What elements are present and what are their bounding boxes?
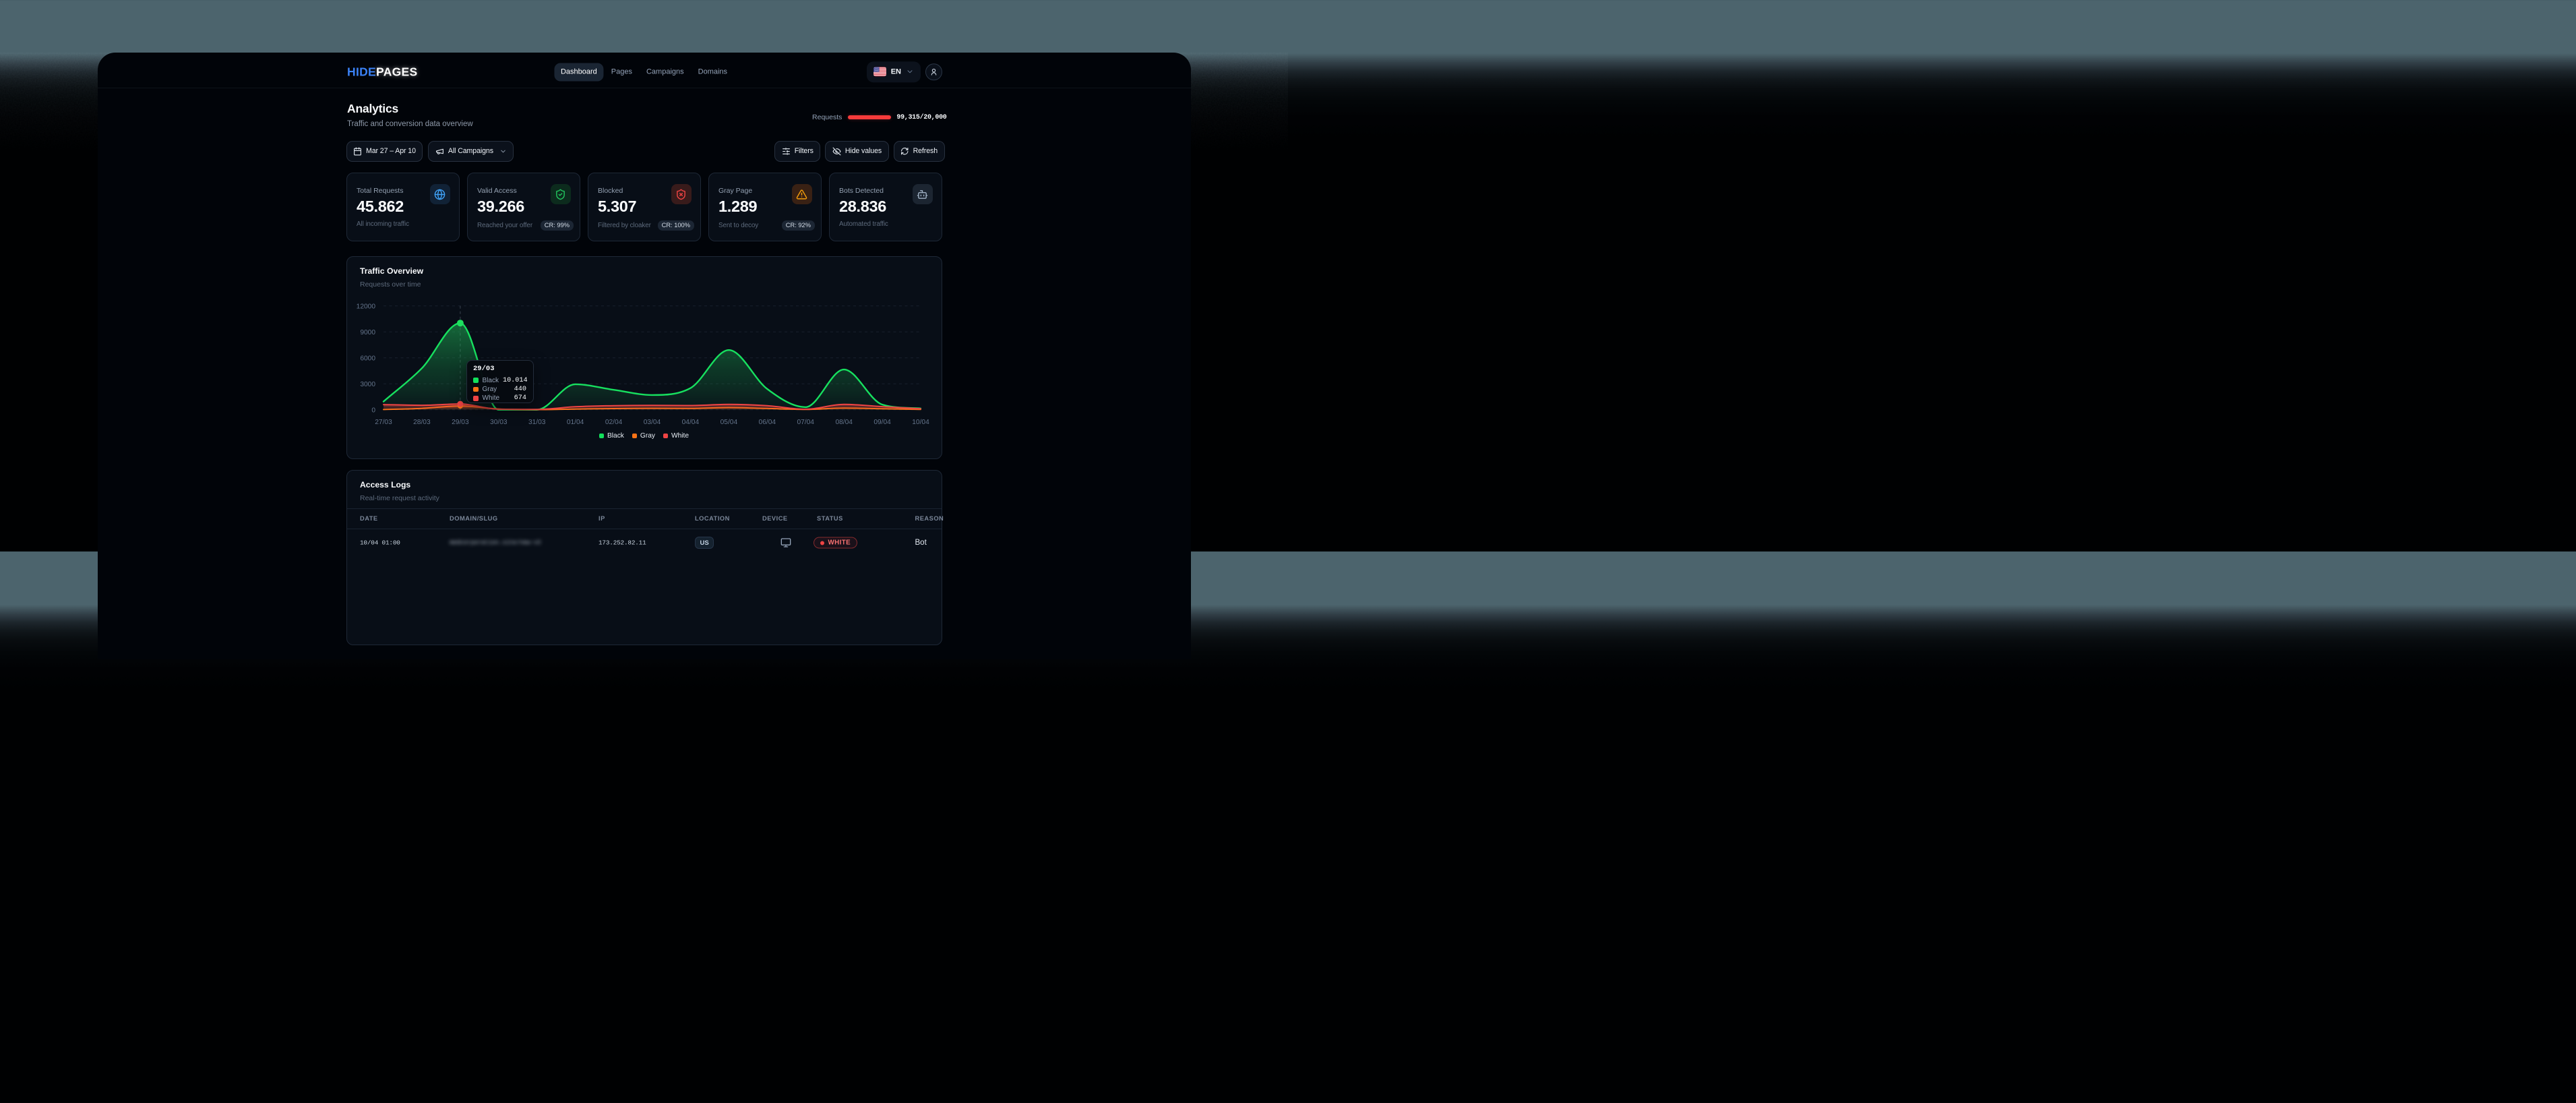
svg-text:03/04: 03/04 bbox=[643, 419, 661, 426]
svg-text:3000: 3000 bbox=[360, 381, 375, 388]
svg-text:12000: 12000 bbox=[356, 303, 375, 310]
svg-text:10/04: 10/04 bbox=[912, 419, 929, 426]
svg-text:6000: 6000 bbox=[360, 355, 375, 362]
svg-text:01/04: 01/04 bbox=[566, 419, 584, 426]
svg-text:02/04: 02/04 bbox=[605, 419, 622, 426]
svg-text:08/04: 08/04 bbox=[835, 419, 853, 426]
svg-text:27/03: 27/03 bbox=[375, 419, 392, 426]
svg-text:09/04: 09/04 bbox=[873, 419, 891, 426]
svg-text:07/04: 07/04 bbox=[797, 419, 814, 426]
svg-text:29/03: 29/03 bbox=[452, 419, 469, 426]
svg-text:05/04: 05/04 bbox=[720, 419, 737, 426]
svg-text:9000: 9000 bbox=[360, 329, 375, 336]
svg-text:04/04: 04/04 bbox=[681, 419, 699, 426]
svg-text:28/03: 28/03 bbox=[413, 419, 431, 426]
svg-text:30/03: 30/03 bbox=[490, 419, 508, 426]
svg-text:0: 0 bbox=[371, 407, 375, 414]
svg-text:06/04: 06/04 bbox=[758, 419, 776, 426]
svg-text:31/03: 31/03 bbox=[528, 419, 545, 426]
